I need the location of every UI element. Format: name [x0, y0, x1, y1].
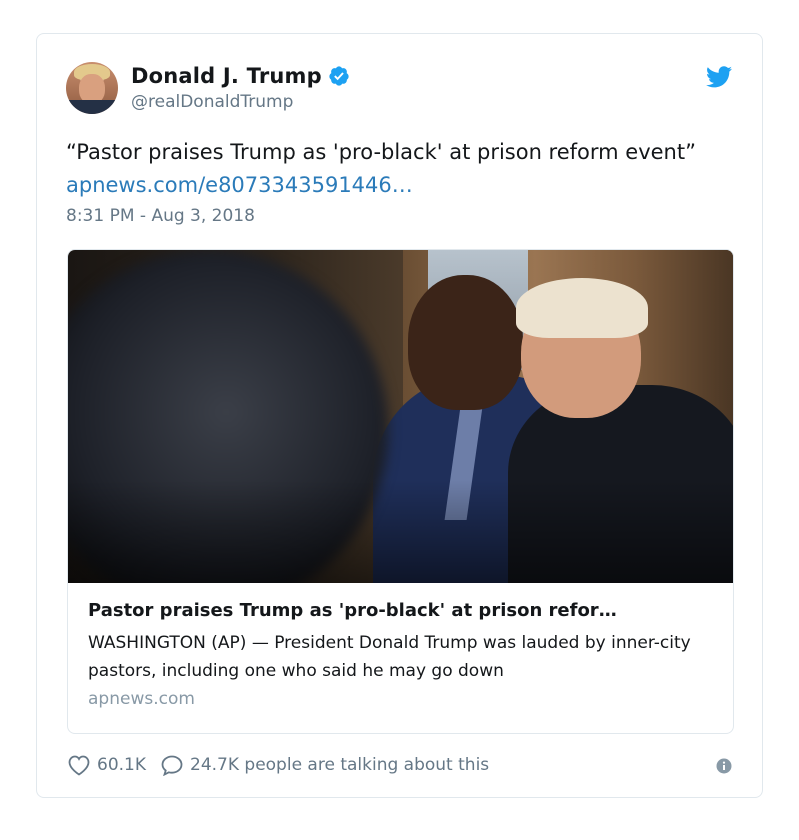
tweet-link[interactable]: apnews.com/e8073343591446… — [66, 173, 413, 197]
author-name-row[interactable]: Donald J. Trump — [131, 64, 350, 88]
link-preview-image[interactable] — [68, 250, 733, 583]
tweet-timestamp[interactable]: 8:31 PM - Aug 3, 2018 — [66, 206, 255, 226]
author-avatar[interactable] — [66, 62, 118, 114]
talking-count: 24.7K people are talking about this — [190, 755, 490, 775]
author-name[interactable]: Donald J. Trump — [131, 64, 322, 88]
link-preview-card[interactable]: Pastor praises Trump as 'pro-black' at p… — [67, 249, 734, 734]
link-preview-domain: apnews.com — [88, 689, 195, 709]
tweet-embed-card: Donald J. Trump @realDonaldTrump “Pastor… — [36, 33, 763, 798]
link-preview-text[interactable]: Pastor praises Trump as 'pro-black' at p… — [68, 583, 733, 725]
verified-badge-icon — [329, 66, 349, 86]
comment-bubble-icon — [161, 755, 183, 776]
link-preview-description: WASHINGTON (AP) — President Donald Trump… — [88, 633, 691, 681]
info-icon[interactable] — [716, 758, 732, 774]
twitter-bird-icon[interactable] — [706, 66, 732, 88]
like-count: 60.1K — [97, 755, 146, 775]
link-preview-title[interactable]: Pastor praises Trump as 'pro-black' at p… — [88, 599, 713, 623]
heart-icon — [68, 755, 90, 776]
talking-action[interactable]: 24.7K people are talking about this — [160, 754, 489, 776]
tweet-text: “Pastor praises Trump as 'pro-black' at … — [66, 136, 726, 202]
author-handle[interactable]: @realDonaldTrump — [131, 92, 293, 112]
tweet-footer: 60.1K 24.7K people are talking about thi… — [67, 754, 732, 776]
like-action[interactable]: 60.1K — [67, 754, 146, 776]
tweet-quote: “Pastor praises Trump as 'pro-black' at … — [66, 140, 696, 164]
